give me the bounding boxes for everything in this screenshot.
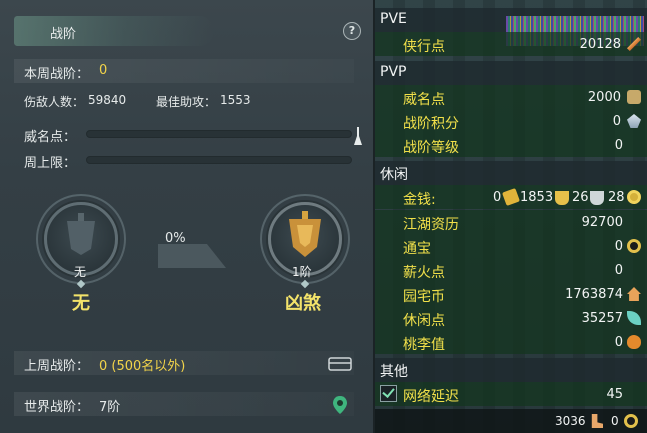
check-icon xyxy=(382,385,395,398)
current-rank-name: 无 xyxy=(72,293,90,314)
money-gold-bar-value: 0 xyxy=(493,190,502,205)
prestige-bar xyxy=(86,130,352,138)
section-leisure-title: 休闲 xyxy=(380,167,408,183)
network-label: 网络延迟 xyxy=(403,389,459,405)
stat-label: 通宝 xyxy=(403,241,431,257)
location-pin-icon[interactable] xyxy=(332,395,348,415)
last-week-rank-label: 上周战阶： xyxy=(24,359,90,374)
stat-value: 0 xyxy=(612,114,621,129)
gold-ingot-icon xyxy=(555,191,569,205)
section-pvp-title: PVP xyxy=(380,64,407,80)
stat-row-money: 金钱: 0 1853 26 28 xyxy=(375,185,647,209)
stat-value: 2000 xyxy=(587,90,621,105)
kills-label: 伤敌人数： xyxy=(24,95,85,109)
silver-ingot-icon xyxy=(590,191,604,205)
money-gold-value: 1853 xyxy=(520,190,554,205)
stat-value: 35257 xyxy=(581,311,623,326)
section-pve: PVE xyxy=(375,8,647,46)
progress-percent: 0% xyxy=(165,231,186,246)
stat-label: 威名点 xyxy=(403,92,445,108)
header-band xyxy=(14,16,214,46)
stat-label: 桃李值 xyxy=(403,337,445,353)
footer-value-2: 0 xyxy=(611,414,619,428)
stat-label: 江湖资历 xyxy=(403,217,459,233)
quill-icon xyxy=(627,37,641,51)
world-rank-label: 世界战阶： xyxy=(24,400,90,415)
current-rank-level: 无 xyxy=(74,265,87,279)
stat-value: 0 xyxy=(614,263,623,278)
stat-row-house-coin: 园宅币 1763874 xyxy=(375,282,647,306)
footer-bar: 3036 0 xyxy=(375,409,647,433)
stat-value: 0 xyxy=(614,335,623,350)
stat-value: 1763874 xyxy=(565,287,623,302)
kills-value: 59840 xyxy=(88,93,127,107)
panel-header: 战阶 ? xyxy=(0,12,375,48)
section-other: 其他 xyxy=(375,358,647,382)
stat-value: 0 xyxy=(614,138,623,153)
stat-row-network: 网络延迟 45 xyxy=(375,382,647,406)
footer-value-1: 3036 xyxy=(555,414,586,428)
chest-icon[interactable] xyxy=(328,355,352,371)
stat-label: 休闲点 xyxy=(403,313,445,329)
stat-row-rank-level: 战阶等级 0 xyxy=(375,133,647,157)
last-week-rank-row: 上周战阶： 0 (500名以外) xyxy=(14,351,354,375)
best-assist-label: 最佳助攻： xyxy=(156,95,217,109)
leaf-icon xyxy=(627,311,641,325)
stat-label: 园宅币 xyxy=(403,289,445,305)
gold-bar-icon xyxy=(502,188,520,206)
stat-row-tongbao: 通宝 0 xyxy=(375,234,647,258)
stat-value: 20128 xyxy=(579,37,621,52)
section-other-title: 其他 xyxy=(380,364,408,380)
world-rank-value: 7阶 xyxy=(99,400,121,415)
stat-label: 战阶积分 xyxy=(403,116,459,132)
stat-label: 薪火点 xyxy=(403,265,445,281)
weekly-cap-bar xyxy=(86,156,352,164)
battle-rank-panel: 战阶 ? 本周战阶： 0 伤敌人数： 59840 最佳助攻： 1553 威名点：… xyxy=(0,0,375,433)
stat-row-fire: 薪火点 0 xyxy=(375,258,647,282)
prestige-label: 威名点： xyxy=(24,130,77,145)
section-pve-title: PVE xyxy=(380,11,407,27)
progress-arrow xyxy=(158,244,226,268)
money-copper-value: 28 xyxy=(608,190,625,205)
stat-row-taoli: 桃李值 0 xyxy=(375,330,647,354)
flask-icon xyxy=(354,127,362,145)
weekly-rank-label: 本周战阶： xyxy=(24,67,90,82)
section-pvp: PVP xyxy=(375,61,647,85)
boot-icon xyxy=(591,414,603,428)
stat-label: 战阶等级 xyxy=(403,140,459,156)
gourd-icon xyxy=(627,335,641,349)
coin-icon xyxy=(627,239,641,253)
network-value: 45 xyxy=(606,387,623,402)
panel-title: 战阶 xyxy=(50,27,77,42)
stat-label: 侠行点 xyxy=(403,39,445,55)
house-icon xyxy=(627,287,641,301)
best-assist-value: 1553 xyxy=(220,93,251,107)
medal-icon xyxy=(627,90,641,104)
stat-row-xiaxing: 侠行点 20128 xyxy=(375,32,647,56)
weekly-cap-label: 周上限： xyxy=(24,156,77,171)
next-rank-level: 1阶 xyxy=(292,265,312,279)
help-button[interactable]: ? xyxy=(343,22,361,40)
section-leisure: 休闲 xyxy=(375,161,647,185)
stat-row-prestige: 威名点 2000 xyxy=(375,85,647,109)
last-week-rank-value: 0 (500名以外) xyxy=(99,359,186,374)
stat-value: 0 xyxy=(614,239,623,254)
next-rank-name: 凶煞 xyxy=(285,293,321,314)
weekly-rank-row: 本周战阶： 0 xyxy=(14,59,354,83)
footer-coin-icon xyxy=(624,414,638,428)
money-label: 金钱: xyxy=(403,192,436,208)
stat-row-rank-points: 战阶积分 0 xyxy=(375,109,647,133)
weekly-rank-value: 0 xyxy=(99,63,108,78)
copper-coin-icon xyxy=(627,190,641,204)
money-silver-value: 26 xyxy=(572,190,589,205)
network-checkbox[interactable] xyxy=(380,385,397,402)
stat-row-seniority: 江湖资历 92700 xyxy=(375,210,647,234)
stat-value: 92700 xyxy=(581,215,623,230)
stat-row-leisure-point: 休闲点 35257 xyxy=(375,306,647,330)
currency-panel: PVE 侠行点 20128 PVP 威名点 2000 战阶积分 0 战阶等级 0… xyxy=(375,0,647,433)
world-rank-row: 世界战阶： 7阶 xyxy=(14,392,354,416)
crystal-icon xyxy=(627,114,641,128)
